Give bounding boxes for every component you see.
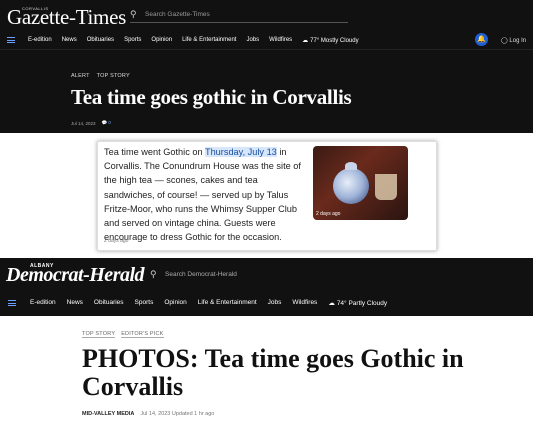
nav-item-jobs[interactable]: Jobs xyxy=(268,299,282,307)
tag-alert[interactable]: ALERT xyxy=(71,73,90,79)
nav-item-wildfires[interactable]: Wildfires xyxy=(292,299,317,307)
weather-text: 77° Mostly Cloudy xyxy=(310,37,359,44)
nav-item-news[interactable]: News xyxy=(62,37,77,44)
nav-item-e-edition[interactable]: E-edition xyxy=(28,37,52,44)
story-meta: MID-VALLEY MEDIA Jul 14, 2023 Updated 1 … xyxy=(82,411,522,417)
card-text-highlight: Thursday, July 13 xyxy=(204,147,277,157)
nav-item-e-edition[interactable]: E-edition xyxy=(30,299,56,307)
democrat-nav-items: E-edition News Obituaries Sports Opinion… xyxy=(30,299,387,307)
comment-count: 0 xyxy=(108,120,111,125)
weather-widget[interactable]: ☁ 74° Partly Cloudy xyxy=(328,299,388,308)
search-icon: ⚲ xyxy=(150,269,157,279)
weather-widget[interactable]: ☁ 77° Mostly Cloudy xyxy=(302,37,359,45)
gazette-meta: Jul 14, 2023 💬 0 xyxy=(71,120,111,126)
card-age: 2 days ago xyxy=(104,238,129,244)
card-photo[interactable]: 2 days ago xyxy=(313,146,408,220)
gazette-times-page: CORVALLIS Gazette-Times ⚲ Search Gazette… xyxy=(0,0,533,133)
cloud-icon: ☁ xyxy=(302,38,309,44)
democrat-search-input[interactable]: ⚲ Search Democrat-Herald xyxy=(150,269,350,282)
card-text: Tea time went Gothic on Thursday, July 1… xyxy=(104,145,308,244)
card-text-after: in Corvallis. The Conundrum House was th… xyxy=(104,147,301,243)
nav-item-opinion[interactable]: Opinion xyxy=(164,299,186,307)
gazette-headline: Tea time goes gothic in Corvallis xyxy=(71,85,352,109)
democrat-herald-header: ALBANY Democrat-Herald ⚲ Search Democrat… xyxy=(0,258,533,316)
nav-item-life-entertainment[interactable]: Life & Entertainment xyxy=(182,37,236,44)
story-headline: PHOTOS: Tea time goes Gothic in Corvalli… xyxy=(82,344,464,401)
search-placeholder: Search Gazette-Times xyxy=(145,11,210,18)
menu-icon[interactable] xyxy=(7,37,15,43)
tag-top-story[interactable]: TOP STORY xyxy=(97,73,130,79)
cloud-icon: ☁ xyxy=(328,300,335,307)
gazette-nav-items: E-edition News Obituaries Sports Opinion… xyxy=(28,37,359,44)
gazette-nav: E-edition News Obituaries Sports Opinion… xyxy=(0,30,533,50)
weather-text: 74° Partly Cloudy xyxy=(336,299,388,307)
gazette-tags: ALERT TOP STORY xyxy=(71,73,130,79)
gazette-masthead: CORVALLIS Gazette-Times ⚲ Search Gazette… xyxy=(0,0,533,30)
nav-item-sports[interactable]: Sports xyxy=(135,299,154,307)
tag-editors-pick[interactable]: EDITOR'S PICK xyxy=(121,331,164,338)
teacup-image xyxy=(375,174,397,200)
nav-item-jobs[interactable]: Jobs xyxy=(246,37,259,44)
nav-item-opinion[interactable]: Opinion xyxy=(151,37,172,44)
story-header: TOP STORY EDITOR'S PICK PHOTOS: Tea time… xyxy=(82,331,522,417)
democrat-nav: E-edition News Obituaries Sports Opinion… xyxy=(0,296,533,316)
card-text-before: Tea time went Gothic on xyxy=(104,147,205,157)
comment-icon: 💬 xyxy=(101,120,108,125)
login-link[interactable]: ◯ Log In xyxy=(501,37,526,44)
search-placeholder: Search Democrat-Herald xyxy=(165,271,237,278)
nav-item-sports[interactable]: Sports xyxy=(124,37,141,44)
menu-icon[interactable] xyxy=(8,300,16,306)
tag-top-story[interactable]: TOP STORY xyxy=(82,331,116,338)
card-photo-age: 2 days ago xyxy=(316,211,341,217)
nav-item-obituaries[interactable]: Obituaries xyxy=(94,299,124,307)
search-icon: ⚲ xyxy=(130,9,137,19)
story-tags: TOP STORY EDITOR'S PICK xyxy=(82,331,522,338)
democrat-logo[interactable]: Democrat-Herald xyxy=(6,264,145,287)
gazette-date: Jul 14, 2023 xyxy=(71,120,96,126)
user-icon: ◯ xyxy=(501,38,508,44)
comments-link[interactable]: 💬 0 xyxy=(102,120,111,126)
story-excerpt-card[interactable]: Tea time went Gothic on Thursday, July 1… xyxy=(97,141,437,251)
login-label: Log In xyxy=(509,38,527,44)
nav-item-wildfires[interactable]: Wildfires xyxy=(269,37,292,44)
nav-item-obituaries[interactable]: Obituaries xyxy=(87,37,114,44)
teapot-image xyxy=(333,162,369,204)
nav-item-life-entertainment[interactable]: Life & Entertainment xyxy=(198,299,257,307)
nav-item-news[interactable]: News xyxy=(67,299,83,307)
gazette-search-input[interactable]: ⚲ Search Gazette-Times xyxy=(130,9,348,23)
story-author[interactable]: MID-VALLEY MEDIA xyxy=(82,411,134,417)
notification-bell-icon[interactable]: 🔔 xyxy=(475,33,488,46)
gazette-logo[interactable]: Gazette-Times xyxy=(7,5,126,30)
story-date: Jul 14, 2023 Updated 1 hr ago xyxy=(140,411,215,417)
